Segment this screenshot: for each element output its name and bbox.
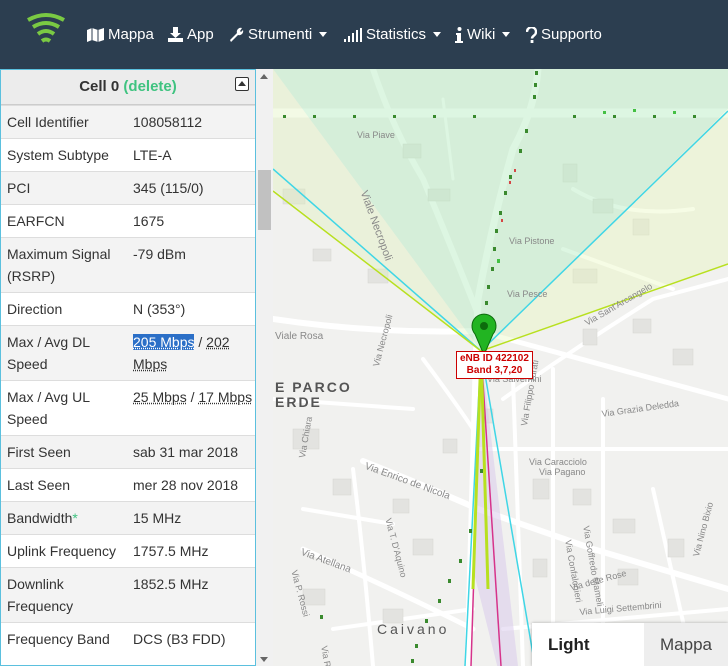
map-style-toggle: Light Map Mappa — [532, 623, 728, 666]
speed-separator: / — [186, 389, 199, 405]
enb-band: Band 3,7,20 — [466, 365, 523, 376]
nav-item-supporto[interactable]: Supporto — [526, 0, 602, 69]
row-key: Max / Avg UL Speed — [1, 380, 127, 436]
enb-label[interactable]: eNB ID 422102 Band 3,7,20 — [456, 351, 533, 379]
panel-title: Cell 0 — [79, 78, 120, 95]
nav-item-label: Mappa — [108, 26, 154, 43]
light-map-button[interactable]: Light Map — [532, 623, 644, 666]
table-row: Max / Avg DL Speed 205 Mbps / 202 Mbps — [1, 325, 255, 381]
table-row: Maximum Signal (RSRP) -79 dBm — [1, 237, 255, 293]
download-icon — [168, 27, 183, 42]
row-key: System Subtype — [1, 138, 127, 172]
row-key: EARFCN — [1, 204, 127, 238]
nav-item-statistics[interactable]: Statistics — [344, 0, 442, 69]
street-label: Via Caracciolo — [529, 457, 587, 467]
mappa-button[interactable]: Mappa — [644, 623, 728, 666]
nav-item-strumenti[interactable]: Strumenti — [229, 0, 328, 69]
table-row: System Subtype LTE-A — [1, 138, 255, 172]
table-row: Frequency Band DCS (B3 FDD) — [1, 622, 255, 655]
row-key: Frequency Band — [1, 622, 127, 655]
row-key: Direction — [1, 292, 127, 326]
cell-info-table: Cell Identifier 108058112 System Subtype… — [1, 105, 255, 655]
table-row: Cell Identifier 108058112 — [1, 105, 255, 139]
scroll-down-arrow-icon[interactable] — [260, 657, 268, 662]
delete-link[interactable]: (delete) — [123, 78, 176, 95]
table-row: Max / Avg UL Speed 25 Mbps / 17 Mbps — [1, 380, 255, 436]
nav-item-label: Strumenti — [248, 26, 313, 43]
town-label: Caivano — [377, 621, 450, 637]
row-key: Downlink Frequency — [1, 567, 127, 623]
row-key: PCI — [1, 171, 127, 205]
row-value: N (353°) — [127, 292, 255, 326]
caret-down-icon — [319, 32, 328, 37]
park-label: E PARCO — [275, 379, 352, 395]
collapse-button[interactable] — [235, 77, 249, 91]
row-value: 15 MHz — [127, 501, 255, 535]
row-value: 345 (115/0) — [127, 171, 255, 205]
speed-separator: / — [194, 334, 207, 350]
question-icon — [526, 26, 537, 43]
table-row: First Seen sab 31 mar 2018 — [1, 435, 255, 469]
table-row: Downlink Frequency 1852.5 MHz — [1, 567, 255, 623]
row-key-label: Bandwidth — [7, 510, 73, 526]
enb-id: eNB ID 422102 — [460, 353, 529, 364]
park-label: ERDE — [275, 394, 322, 410]
street-label: Via Pesce — [507, 289, 548, 299]
nav-item-mappa[interactable]: Mappa — [87, 0, 154, 69]
row-value: 1852.5 MHz — [127, 567, 255, 623]
wifi-logo-icon[interactable] — [26, 12, 66, 50]
row-value: DCS (B3 FDD) — [127, 622, 255, 655]
wrench-icon — [230, 27, 244, 42]
row-key: First Seen — [1, 435, 127, 469]
row-value: -79 dBm — [127, 237, 255, 293]
nav-item-app[interactable]: App — [168, 0, 214, 69]
row-value: sab 31 mar 2018 — [127, 435, 255, 469]
bandwidth-asterisk[interactable]: * — [72, 510, 77, 526]
ul-max-speed[interactable]: 25 Mbps — [133, 389, 187, 405]
nav-item-wiki[interactable]: Wiki — [455, 0, 511, 69]
row-value: 205 Mbps / 202 Mbps — [127, 325, 255, 381]
street-label: Via Pistone — [509, 236, 555, 246]
info-icon — [455, 26, 463, 43]
table-row: Last Seen mer 28 nov 2018 — [1, 468, 255, 502]
street-label: Via Pagano — [539, 467, 586, 477]
nav-item-label: App — [187, 26, 214, 43]
row-value: LTE-A — [127, 138, 255, 172]
street-label: Via Piave — [357, 130, 395, 140]
panel-scrollbar[interactable] — [256, 69, 273, 666]
row-key: Max / Avg DL Speed — [1, 325, 127, 381]
row-value: 1757.5 MHz — [127, 534, 255, 568]
navbar: Mappa App Strumenti Statistics Wiki Supp… — [0, 0, 728, 69]
row-value: 1675 — [127, 204, 255, 238]
row-key: Cell Identifier — [1, 105, 127, 139]
row-key: Bandwidth* — [1, 501, 127, 535]
nav-item-label: Wiki — [467, 26, 496, 43]
row-value: mer 28 nov 2018 — [127, 468, 255, 502]
scroll-thumb[interactable] — [258, 170, 271, 230]
row-value: 25 Mbps / 17 Mbps — [127, 380, 255, 436]
table-row: PCI 345 (115/0) — [1, 171, 255, 205]
dl-max-speed[interactable]: 205 Mbps — [133, 334, 195, 350]
caret-down-icon — [502, 32, 511, 37]
row-value: 108058112 — [127, 105, 255, 139]
table-row: Bandwidth* 15 MHz — [1, 501, 255, 535]
ul-avg-speed[interactable]: 17 Mbps — [198, 389, 252, 405]
scroll-up-arrow-icon[interactable] — [260, 74, 268, 79]
table-row: Uplink Frequency 1757.5 MHz — [1, 534, 255, 568]
cell-info-panel: Cell 0 (delete) Cell Identifier 10805811… — [0, 69, 256, 666]
map-canvas[interactable]: Via Piave Viale Necropoli Via Pistone Vi… — [273, 69, 728, 666]
map-icon — [87, 27, 104, 42]
row-key: Maximum Signal (RSRP) — [1, 237, 127, 293]
row-key: Last Seen — [1, 468, 127, 502]
nav-item-label: Statistics — [366, 26, 427, 43]
row-key: Uplink Frequency — [1, 534, 127, 568]
table-row: EARFCN 1675 — [1, 204, 255, 238]
street-label: Viale Rosa — [275, 331, 324, 342]
panel-header: Cell 0 (delete) — [1, 70, 255, 105]
nav-item-label: Supporto — [541, 26, 602, 43]
signal-bars-icon — [344, 27, 362, 42]
table-row: Direction N (353°) — [1, 292, 255, 326]
caret-down-icon — [433, 32, 442, 37]
